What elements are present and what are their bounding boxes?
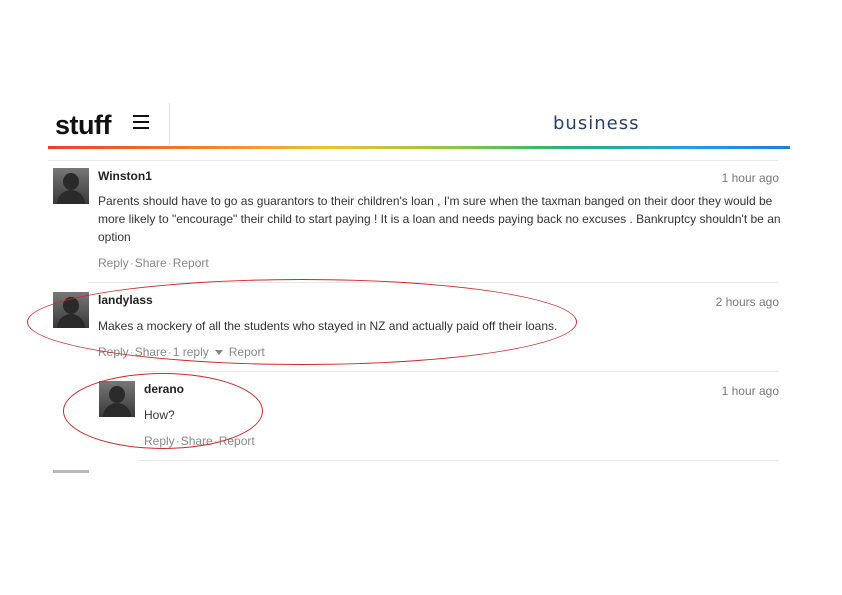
reply-link[interactable]: Reply bbox=[98, 256, 129, 270]
section-title[interactable]: business bbox=[553, 113, 639, 134]
comment-text-line: option bbox=[98, 230, 131, 244]
annotation-ellipse bbox=[63, 373, 263, 449]
comment-text-line: more likely to "encourage" their child t… bbox=[98, 212, 781, 226]
avatar-partial bbox=[53, 470, 89, 473]
comment-actions: Reply·Share·Report bbox=[98, 256, 209, 270]
hamburger-menu-icon[interactable] bbox=[133, 115, 149, 129]
separator bbox=[138, 371, 778, 372]
rainbow-divider bbox=[48, 146, 790, 149]
separator bbox=[48, 160, 778, 161]
separator bbox=[138, 460, 778, 461]
comment-time: 2 hours ago bbox=[715, 295, 779, 309]
comment-time: 1 hour ago bbox=[721, 171, 779, 185]
comment-text: Parents should have to go as guarantors … bbox=[98, 192, 788, 246]
avatar[interactable] bbox=[53, 168, 89, 204]
annotation-ellipse bbox=[27, 279, 577, 365]
header-divider bbox=[169, 103, 170, 145]
comment-time: 1 hour ago bbox=[721, 384, 779, 398]
stuff-logo[interactable]: stuff bbox=[55, 110, 111, 141]
comment-username[interactable]: Winston1 bbox=[98, 169, 152, 183]
report-link[interactable]: Report bbox=[173, 256, 209, 270]
comment-text-line: Parents should have to go as guarantors … bbox=[98, 194, 773, 208]
share-link[interactable]: Share bbox=[135, 256, 167, 270]
